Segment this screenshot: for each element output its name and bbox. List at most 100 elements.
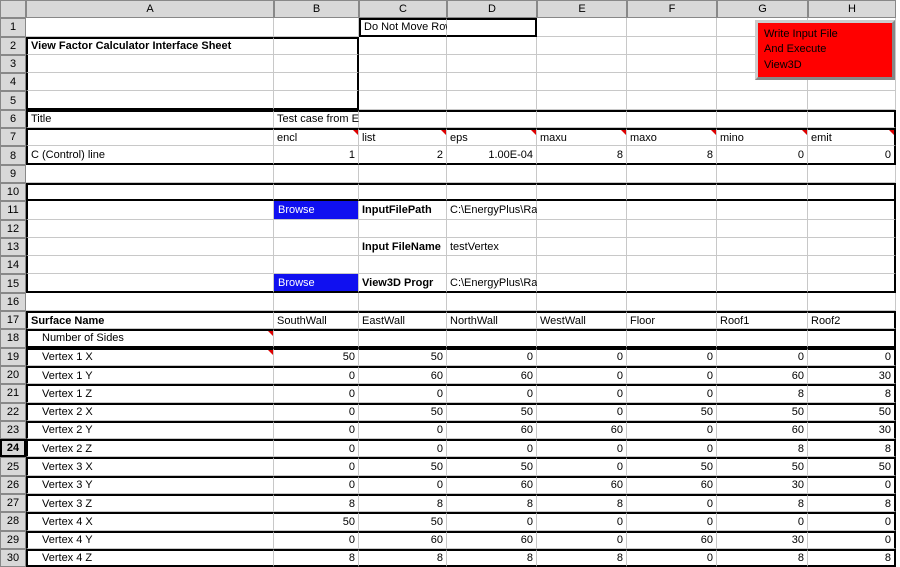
cell[interactable] bbox=[537, 37, 627, 55]
vertex-value[interactable]: 0 bbox=[627, 494, 717, 512]
vertex-value[interactable]: 0 bbox=[274, 403, 359, 421]
vertex-value[interactable]: 0 bbox=[447, 512, 537, 530]
cell[interactable] bbox=[627, 293, 717, 311]
row-header[interactable]: 24 bbox=[0, 439, 26, 457]
cell[interactable] bbox=[447, 73, 537, 91]
vertex-value[interactable]: 0 bbox=[808, 476, 896, 494]
vertex-value[interactable]: 0 bbox=[274, 531, 359, 549]
cell[interactable] bbox=[274, 37, 359, 55]
vertex-value[interactable]: 0 bbox=[537, 348, 627, 366]
browse-input-path-button[interactable]: Browse bbox=[274, 201, 359, 219]
vertex-label[interactable]: Vertex 1 Y bbox=[26, 366, 274, 384]
encl-label[interactable]: encl bbox=[274, 128, 359, 146]
vertex-value[interactable]: 8 bbox=[274, 549, 359, 567]
cell[interactable] bbox=[627, 37, 717, 55]
vertex-value[interactable]: 0 bbox=[359, 476, 447, 494]
cell[interactable] bbox=[717, 201, 808, 219]
cell[interactable] bbox=[627, 201, 717, 219]
vertex-label[interactable]: Vertex 3 Z bbox=[26, 494, 274, 512]
cell[interactable] bbox=[717, 329, 808, 347]
vertex-value[interactable]: 0 bbox=[274, 457, 359, 475]
cell[interactable] bbox=[447, 37, 537, 55]
row-header[interactable]: 6 bbox=[0, 110, 26, 128]
cell[interactable] bbox=[808, 110, 896, 128]
cell[interactable] bbox=[537, 91, 627, 109]
write-input-execute-button[interactable]: Write Input File And Execute View3D bbox=[755, 20, 895, 80]
vertex-value[interactable]: 50 bbox=[717, 403, 808, 421]
cell[interactable] bbox=[717, 110, 808, 128]
cell[interactable] bbox=[537, 110, 627, 128]
list-value[interactable]: 2 bbox=[359, 146, 447, 164]
vertex-value[interactable]: 0 bbox=[627, 512, 717, 530]
cell[interactable] bbox=[26, 165, 274, 183]
vertex-label[interactable]: Vertex 2 Y bbox=[26, 421, 274, 439]
vertex-value[interactable]: 30 bbox=[717, 531, 808, 549]
vertex-value[interactable]: 0 bbox=[537, 384, 627, 402]
col-header-B[interactable]: B bbox=[274, 0, 359, 18]
vertex-label[interactable]: Vertex 3 X bbox=[26, 457, 274, 475]
surface-floor[interactable]: Floor bbox=[627, 311, 717, 329]
cell[interactable] bbox=[274, 91, 359, 109]
maxo-value[interactable]: 8 bbox=[627, 146, 717, 164]
vertex-value[interactable]: 60 bbox=[717, 421, 808, 439]
row-header[interactable]: 10 bbox=[0, 183, 26, 201]
vertex-value[interactable]: 50 bbox=[359, 348, 447, 366]
view3d-program-label[interactable]: View3D Progr bbox=[359, 274, 447, 292]
cell[interactable] bbox=[447, 220, 537, 238]
vertex-value[interactable]: 8 bbox=[717, 384, 808, 402]
vertex-value[interactable]: 8 bbox=[359, 549, 447, 567]
cell[interactable] bbox=[359, 55, 447, 73]
vertex-value[interactable]: 0 bbox=[537, 512, 627, 530]
vertex-value[interactable]: 50 bbox=[359, 512, 447, 530]
vertex-value[interactable]: 0 bbox=[717, 512, 808, 530]
cell[interactable] bbox=[627, 18, 717, 36]
vertex-value[interactable]: 8 bbox=[537, 549, 627, 567]
vertex-value[interactable]: 60 bbox=[447, 476, 537, 494]
cell[interactable] bbox=[808, 293, 896, 311]
surface-name-label[interactable]: Surface Name bbox=[26, 311, 274, 329]
spreadsheet-grid[interactable]: A B C D E F G H 1 Do Not Move Rows 2 Vie… bbox=[0, 0, 900, 567]
vertex-value[interactable]: 50 bbox=[808, 457, 896, 475]
vertex-value[interactable]: 8 bbox=[447, 549, 537, 567]
cell[interactable] bbox=[808, 165, 896, 183]
cell[interactable] bbox=[359, 91, 447, 109]
cell[interactable] bbox=[26, 183, 274, 201]
cell[interactable] bbox=[717, 220, 808, 238]
cell[interactable] bbox=[537, 238, 627, 256]
cell[interactable] bbox=[717, 293, 808, 311]
cell[interactable] bbox=[359, 165, 447, 183]
vertex-value[interactable]: 0 bbox=[274, 384, 359, 402]
row-header[interactable]: 18 bbox=[0, 329, 26, 347]
row-header[interactable]: 9 bbox=[0, 165, 26, 183]
cell[interactable] bbox=[274, 238, 359, 256]
input-file-name-label[interactable]: Input FileName bbox=[359, 238, 447, 256]
maxu-value[interactable]: 8 bbox=[537, 146, 627, 164]
row-header[interactable]: 3 bbox=[0, 55, 26, 73]
cell[interactable] bbox=[359, 183, 447, 201]
vertex-label[interactable]: Vertex 2 Z bbox=[26, 439, 274, 457]
vertex-value[interactable]: 50 bbox=[274, 512, 359, 530]
row-header[interactable]: 25 bbox=[0, 457, 26, 475]
cell[interactable] bbox=[627, 73, 717, 91]
vertex-value[interactable]: 50 bbox=[447, 403, 537, 421]
vertex-value[interactable]: 8 bbox=[537, 494, 627, 512]
vertex-value[interactable]: 0 bbox=[537, 403, 627, 421]
vertex-value[interactable]: 50 bbox=[359, 403, 447, 421]
vertex-value[interactable]: 60 bbox=[359, 531, 447, 549]
cell[interactable] bbox=[537, 274, 627, 292]
cell[interactable] bbox=[627, 274, 717, 292]
vertex-value[interactable]: 60 bbox=[447, 531, 537, 549]
vertex-value[interactable]: 8 bbox=[808, 384, 896, 402]
title-value[interactable]: Test case from Excel interface bbox=[274, 110, 359, 128]
browse-view3d-button[interactable]: Browse bbox=[274, 274, 359, 292]
vertex-value[interactable]: 0 bbox=[359, 439, 447, 457]
vertex-label[interactable]: Vertex 4 Y bbox=[26, 531, 274, 549]
vertex-label[interactable]: Vertex 1 Z bbox=[26, 384, 274, 402]
cell[interactable] bbox=[447, 329, 537, 347]
cell[interactable] bbox=[627, 55, 717, 73]
vertex-value[interactable]: 0 bbox=[627, 384, 717, 402]
cell[interactable] bbox=[26, 18, 274, 36]
vertex-value[interactable]: 60 bbox=[537, 421, 627, 439]
cell[interactable] bbox=[537, 55, 627, 73]
col-header-D[interactable]: D bbox=[447, 0, 537, 18]
